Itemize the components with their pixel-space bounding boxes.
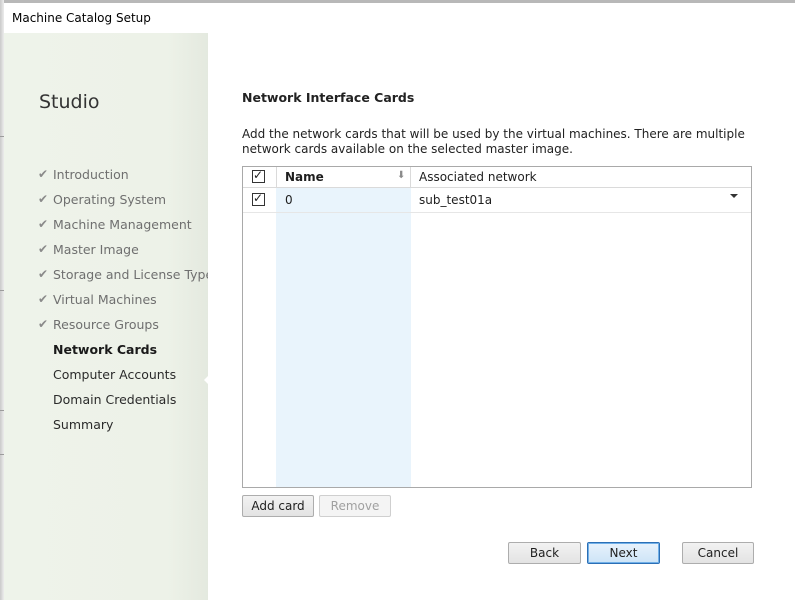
checkmark-icon: ✔ xyxy=(38,317,49,331)
header-select-all-cell: ✓ xyxy=(243,167,277,187)
wizard-sidebar: Studio ✔ Introduction ✔ Operating System… xyxy=(4,33,220,600)
column-header-name[interactable]: Name ⬇ xyxy=(277,167,411,187)
step-label: Storage and License Types xyxy=(53,267,220,282)
step-master-image[interactable]: ✔ Master Image xyxy=(38,241,220,266)
step-label: Network Cards xyxy=(53,342,158,357)
network-select-value[interactable]: sub_test01a xyxy=(419,193,492,207)
chevron-down-icon[interactable] xyxy=(730,194,738,198)
step-label: Operating System xyxy=(53,192,167,207)
step-label: Master Image xyxy=(53,242,139,257)
add-card-button[interactable]: Add card xyxy=(242,495,314,517)
table-row[interactable]: ✓ 0 sub_test01a xyxy=(243,188,751,213)
row-checkbox[interactable]: ✓ xyxy=(252,191,265,206)
next-button[interactable]: Next xyxy=(587,542,660,564)
step-network-cards[interactable]: ✔ Network Cards xyxy=(38,341,220,366)
step-virtual-machines[interactable]: ✔ Virtual Machines xyxy=(38,291,220,316)
step-introduction[interactable]: ✔ Introduction xyxy=(38,166,220,191)
sorted-column-highlight xyxy=(276,187,411,487)
checkmark-icon: ✔ xyxy=(38,267,49,281)
step-storage-and-license-types[interactable]: ✔ Storage and License Types xyxy=(38,266,220,291)
step-domain-credentials[interactable]: ✔ Domain Credentials xyxy=(38,391,220,416)
page-title: Network Interface Cards xyxy=(242,90,415,105)
check-icon: ✓ xyxy=(253,191,264,205)
machine-catalog-setup-window: Machine Catalog Setup Studio ✔ Introduct… xyxy=(0,0,795,600)
window-title: Machine Catalog Setup xyxy=(12,11,151,25)
step-resource-groups[interactable]: ✔ Resource Groups xyxy=(38,316,220,341)
column-header-label: Associated network xyxy=(419,170,537,184)
sort-arrow-down-icon: ⬇ xyxy=(397,170,406,181)
network-cards-table: ✓ Name ⬇ Associated network ✓ 0 sub_test… xyxy=(242,166,752,488)
checkmark-icon: ✔ xyxy=(38,167,49,181)
main-content: Network Interface Cards Add the network … xyxy=(208,33,795,600)
remove-button[interactable]: Remove xyxy=(319,495,391,517)
step-label: Resource Groups xyxy=(53,317,159,332)
step-computer-accounts[interactable]: ✔ Computer Accounts xyxy=(38,366,220,391)
title-bar[interactable]: Machine Catalog Setup xyxy=(4,3,795,33)
cell-name: 0 xyxy=(285,193,293,207)
select-all-checkbox[interactable]: ✓ xyxy=(252,168,265,183)
back-button[interactable]: Back xyxy=(508,542,581,564)
checkmark-icon: ✔ xyxy=(38,292,49,306)
cancel-button[interactable]: Cancel xyxy=(682,542,754,564)
step-label: Summary xyxy=(53,417,114,432)
checkmark-icon: ✔ xyxy=(38,242,49,256)
step-label: Computer Accounts xyxy=(53,367,177,382)
check-icon: ✓ xyxy=(253,168,264,182)
step-operating-system[interactable]: ✔ Operating System xyxy=(38,191,220,216)
step-label: Machine Management xyxy=(53,217,192,232)
step-label: Virtual Machines xyxy=(53,292,157,307)
table-header: ✓ Name ⬇ Associated network xyxy=(243,167,751,188)
column-header-associated-network[interactable]: Associated network xyxy=(411,167,751,187)
checkmark-icon: ✔ xyxy=(38,192,49,206)
column-header-label: Name xyxy=(285,170,324,184)
step-label: Introduction xyxy=(53,167,129,182)
wizard-steps: ✔ Introduction ✔ Operating System ✔ Mach… xyxy=(38,166,220,441)
step-summary[interactable]: ✔ Summary xyxy=(38,416,220,441)
studio-heading: Studio xyxy=(39,91,100,113)
page-description: Add the network cards that will be used … xyxy=(242,127,745,156)
step-label: Domain Credentials xyxy=(53,392,177,407)
checkmark-icon: ✔ xyxy=(38,217,49,231)
step-machine-management[interactable]: ✔ Machine Management xyxy=(38,216,220,241)
